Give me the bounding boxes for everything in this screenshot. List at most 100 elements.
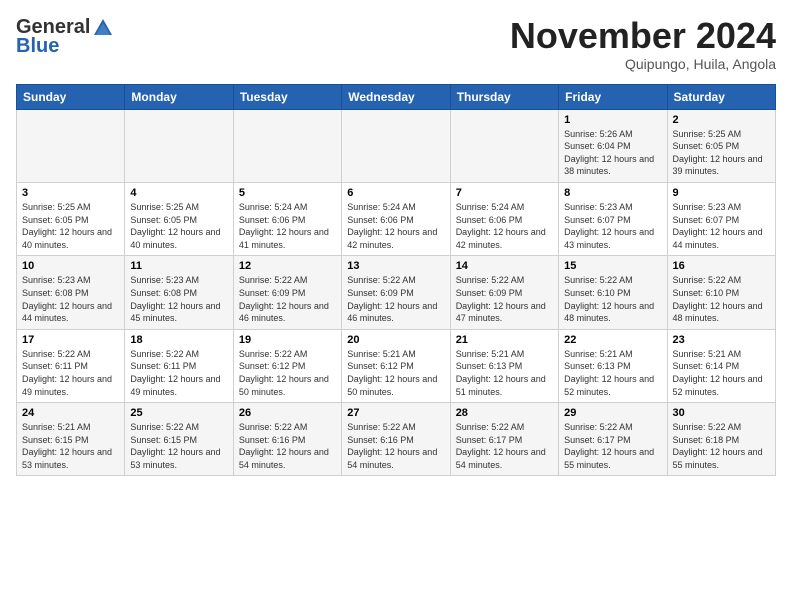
day-number: 14 (456, 260, 553, 272)
weekday-header-monday: Monday (125, 84, 233, 109)
day-info: Sunrise: 5:26 AM Sunset: 6:04 PM Dayligh… (564, 128, 661, 178)
day-number: 21 (456, 334, 553, 346)
day-number: 27 (347, 407, 444, 419)
day-number: 3 (22, 187, 119, 199)
calendar-cell: 19 Sunrise: 5:22 AM Sunset: 6:12 PM Dayli… (233, 329, 341, 402)
day-info: Sunrise: 5:22 AM Sunset: 6:12 PM Dayligh… (239, 348, 336, 398)
calendar-cell: 21Sunrise: 5:21 AM Sunset: 6:13 PM Dayli… (450, 329, 558, 402)
calendar-cell: 17Sunrise: 5:22 AM Sunset: 6:11 PM Dayli… (17, 329, 125, 402)
logo-icon (92, 17, 114, 39)
calendar-cell: 2 Sunrise: 5:25 AM Sunset: 6:05 PM Daylig… (667, 109, 775, 182)
weekday-header-wednesday: Wednesday (342, 84, 450, 109)
calendar-body: 1 Sunrise: 5:26 AM Sunset: 6:04 PM Daylig… (17, 109, 776, 476)
calendar-week-row: 24 Sunrise: 5:21 AM Sunset: 6:15 PM Dayli… (17, 403, 776, 476)
page-header: General Blue November 2024 Quipungo, Hui… (16, 16, 776, 72)
day-info: Sunrise: 5:22 AM Sunset: 6:11 PM Dayligh… (22, 348, 119, 398)
day-number: 20 (347, 334, 444, 346)
day-number: 23 (673, 334, 770, 346)
weekday-header-tuesday: Tuesday (233, 84, 341, 109)
calendar-cell: 30 Sunrise: 5:22 AM Sunset: 6:18 PM Dayli… (667, 403, 775, 476)
day-info: Sunrise: 5:22 AM Sunset: 6:10 PM Dayligh… (673, 274, 770, 324)
day-info: Sunrise: 5:21 AM Sunset: 6:13 PM Dayligh… (564, 348, 661, 398)
day-info: Sunrise: 5:23 AM Sunset: 6:08 PM Dayligh… (130, 274, 227, 324)
day-info: Sunrise: 5:23 AM Sunset: 6:08 PM Dayligh… (22, 274, 119, 324)
calendar-cell (17, 109, 125, 182)
calendar-cell: 1 Sunrise: 5:26 AM Sunset: 6:04 PM Daylig… (559, 109, 667, 182)
day-info: Sunrise: 5:22 AM Sunset: 6:09 PM Dayligh… (456, 274, 553, 324)
calendar-cell: 9Sunrise: 5:23 AM Sunset: 6:07 PM Daylig… (667, 182, 775, 255)
day-number: 9 (673, 187, 770, 199)
calendar-cell: 6Sunrise: 5:24 AM Sunset: 6:06 PM Daylig… (342, 182, 450, 255)
month-title: November 2024 (510, 16, 776, 56)
calendar-cell: 8 Sunrise: 5:23 AM Sunset: 6:07 PM Daylig… (559, 182, 667, 255)
day-number: 22 (564, 334, 661, 346)
day-info: Sunrise: 5:22 AM Sunset: 6:11 PM Dayligh… (130, 348, 227, 398)
day-number: 13 (347, 260, 444, 272)
calendar-cell: 16 Sunrise: 5:22 AM Sunset: 6:10 PM Dayli… (667, 256, 775, 329)
day-info: Sunrise: 5:22 AM Sunset: 6:16 PM Dayligh… (347, 421, 444, 471)
calendar-cell: 14 Sunrise: 5:22 AM Sunset: 6:09 PM Dayli… (450, 256, 558, 329)
day-number: 29 (564, 407, 661, 419)
day-number: 25 (130, 407, 227, 419)
day-info: Sunrise: 5:22 AM Sunset: 6:16 PM Dayligh… (239, 421, 336, 471)
calendar-cell: 11 Sunrise: 5:23 AM Sunset: 6:08 PM Dayli… (125, 256, 233, 329)
day-number: 24 (22, 407, 119, 419)
day-info: Sunrise: 5:25 AM Sunset: 6:05 PM Dayligh… (22, 201, 119, 251)
calendar-cell (233, 109, 341, 182)
day-info: Sunrise: 5:23 AM Sunset: 6:07 PM Dayligh… (564, 201, 661, 251)
calendar-cell: 4 Sunrise: 5:25 AM Sunset: 6:05 PM Daylig… (125, 182, 233, 255)
calendar-cell: 5 Sunrise: 5:24 AM Sunset: 6:06 PM Daylig… (233, 182, 341, 255)
day-number: 5 (239, 187, 336, 199)
weekday-header-sunday: Sunday (17, 84, 125, 109)
day-number: 10 (22, 260, 119, 272)
day-info: Sunrise: 5:24 AM Sunset: 6:06 PM Dayligh… (456, 201, 553, 251)
day-info: Sunrise: 5:22 AM Sunset: 6:18 PM Dayligh… (673, 421, 770, 471)
day-number: 12 (239, 260, 336, 272)
calendar-cell: 26Sunrise: 5:22 AM Sunset: 6:16 PM Dayli… (233, 403, 341, 476)
day-number: 2 (673, 114, 770, 126)
calendar-cell: 24 Sunrise: 5:21 AM Sunset: 6:15 PM Dayli… (17, 403, 125, 476)
title-area: November 2024 Quipungo, Huila, Angola (510, 16, 776, 72)
day-info: Sunrise: 5:21 AM Sunset: 6:15 PM Dayligh… (22, 421, 119, 471)
day-info: Sunrise: 5:21 AM Sunset: 6:12 PM Dayligh… (347, 348, 444, 398)
weekday-header-saturday: Saturday (667, 84, 775, 109)
calendar-cell (342, 109, 450, 182)
location-subtitle: Quipungo, Huila, Angola (510, 56, 776, 72)
weekday-header-thursday: Thursday (450, 84, 558, 109)
day-info: Sunrise: 5:22 AM Sunset: 6:09 PM Dayligh… (239, 274, 336, 324)
day-info: Sunrise: 5:25 AM Sunset: 6:05 PM Dayligh… (130, 201, 227, 251)
day-info: Sunrise: 5:22 AM Sunset: 6:09 PM Dayligh… (347, 274, 444, 324)
day-number: 15 (564, 260, 661, 272)
day-number: 11 (130, 260, 227, 272)
weekday-header-friday: Friday (559, 84, 667, 109)
calendar-cell: 13 Sunrise: 5:22 AM Sunset: 6:09 PM Dayli… (342, 256, 450, 329)
day-info: Sunrise: 5:22 AM Sunset: 6:15 PM Dayligh… (130, 421, 227, 471)
day-number: 19 (239, 334, 336, 346)
calendar-cell: 22 Sunrise: 5:21 AM Sunset: 6:13 PM Dayli… (559, 329, 667, 402)
calendar-week-row: 3 Sunrise: 5:25 AM Sunset: 6:05 PM Daylig… (17, 182, 776, 255)
day-number: 30 (673, 407, 770, 419)
day-info: Sunrise: 5:21 AM Sunset: 6:14 PM Dayligh… (673, 348, 770, 398)
calendar-header: SundayMondayTuesdayWednesdayThursdayFrid… (17, 84, 776, 109)
calendar-cell (450, 109, 558, 182)
calendar-cell: 10 Sunrise: 5:23 AM Sunset: 6:08 PM Dayli… (17, 256, 125, 329)
calendar-week-row: 1 Sunrise: 5:26 AM Sunset: 6:04 PM Daylig… (17, 109, 776, 182)
day-number: 7 (456, 187, 553, 199)
calendar-cell: 23 Sunrise: 5:21 AM Sunset: 6:14 PM Dayli… (667, 329, 775, 402)
calendar-cell: 12 Sunrise: 5:22 AM Sunset: 6:09 PM Dayli… (233, 256, 341, 329)
calendar-week-row: 10 Sunrise: 5:23 AM Sunset: 6:08 PM Dayli… (17, 256, 776, 329)
calendar-cell: 27 Sunrise: 5:22 AM Sunset: 6:16 PM Dayli… (342, 403, 450, 476)
day-number: 6 (347, 187, 444, 199)
day-number: 8 (564, 187, 661, 199)
calendar-week-row: 17Sunrise: 5:22 AM Sunset: 6:11 PM Dayli… (17, 329, 776, 402)
day-info: Sunrise: 5:24 AM Sunset: 6:06 PM Dayligh… (239, 201, 336, 251)
day-number: 4 (130, 187, 227, 199)
day-number: 28 (456, 407, 553, 419)
day-number: 1 (564, 114, 661, 126)
calendar-cell: 7 Sunrise: 5:24 AM Sunset: 6:06 PM Daylig… (450, 182, 558, 255)
calendar-cell: 29Sunrise: 5:22 AM Sunset: 6:17 PM Dayli… (559, 403, 667, 476)
day-info: Sunrise: 5:25 AM Sunset: 6:05 PM Dayligh… (673, 128, 770, 178)
day-number: 16 (673, 260, 770, 272)
weekday-header-row: SundayMondayTuesdayWednesdayThursdayFrid… (17, 84, 776, 109)
calendar-cell (125, 109, 233, 182)
